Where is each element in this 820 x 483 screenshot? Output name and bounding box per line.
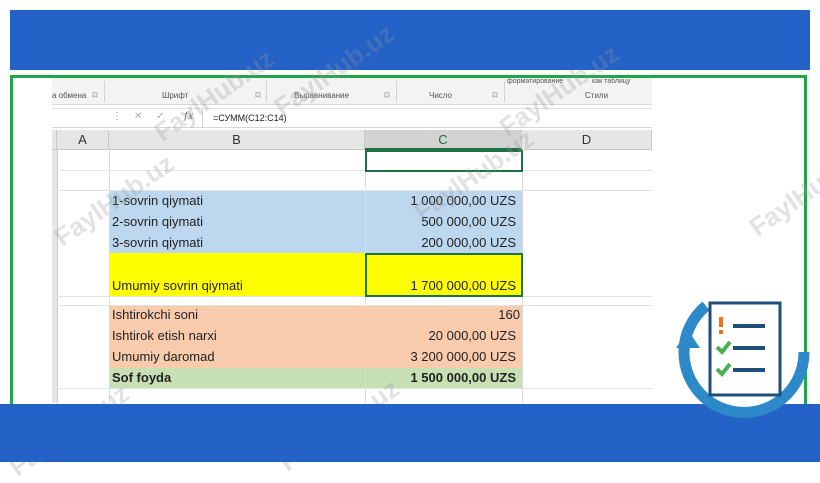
column-header-d[interactable]: D xyxy=(522,130,652,150)
cell-value[interactable]: 1 700 000,00 UZS xyxy=(365,278,516,294)
dialog-launcher-icon[interactable]: ⊡ xyxy=(92,91,98,99)
cell-label[interactable]: Umumiy sovrin qiymati xyxy=(112,278,243,294)
cell-label[interactable]: 2-sovrin qiymati xyxy=(112,214,203,230)
cell-value[interactable]: 3 200 000,00 UZS xyxy=(365,349,516,365)
spreadsheet-screenshot: форматирование как таблицу а обмена ⊡ Шр… xyxy=(52,78,652,403)
cell-label[interactable]: Umumiy daromad xyxy=(112,349,215,365)
more-icon[interactable]: ⋮ xyxy=(112,111,122,122)
row-headers xyxy=(52,150,58,403)
dialog-launcher-icon[interactable]: ⊡ xyxy=(492,91,498,99)
gridline xyxy=(57,388,652,389)
column-header-b[interactable]: B xyxy=(109,130,365,150)
top-banner xyxy=(10,10,810,70)
column-header-a[interactable]: A xyxy=(57,130,109,150)
ribbon-separator xyxy=(396,81,397,102)
cell-label[interactable]: Ishtirok etish narxi xyxy=(112,328,217,344)
formula-input[interactable]: =СУММ(C12:C14) xyxy=(202,109,652,127)
ribbon-group-clipboard[interactable]: а обмена xyxy=(52,91,86,100)
gridline xyxy=(57,296,652,297)
cell-value[interactable]: 200 000,00 UZS xyxy=(365,235,516,251)
cell-value[interactable]: 20 000,00 UZS xyxy=(365,328,516,344)
ribbon-separator xyxy=(104,81,105,102)
ribbon-separator xyxy=(504,81,505,102)
cell-label[interactable]: 3-sovrin qiymati xyxy=(112,235,203,251)
ribbon-group-number[interactable]: Число xyxy=(429,91,452,100)
dialog-launcher-icon[interactable]: ⊡ xyxy=(255,91,261,99)
ribbon-separator xyxy=(266,81,267,102)
ribbon-group-styles[interactable]: Стили xyxy=(585,91,608,100)
dialog-launcher-icon[interactable]: ⊡ xyxy=(384,91,390,99)
checklist-icon xyxy=(676,292,812,420)
gridline xyxy=(57,305,652,306)
formula-bar: ⋮ ✕ ✓ fx =СУММ(C12:C14) xyxy=(52,108,652,128)
cancel-icon[interactable]: ✕ xyxy=(134,111,142,122)
cell-label[interactable]: Ishtirokchi soni xyxy=(112,307,198,323)
cell-value[interactable]: 160 xyxy=(365,307,520,323)
